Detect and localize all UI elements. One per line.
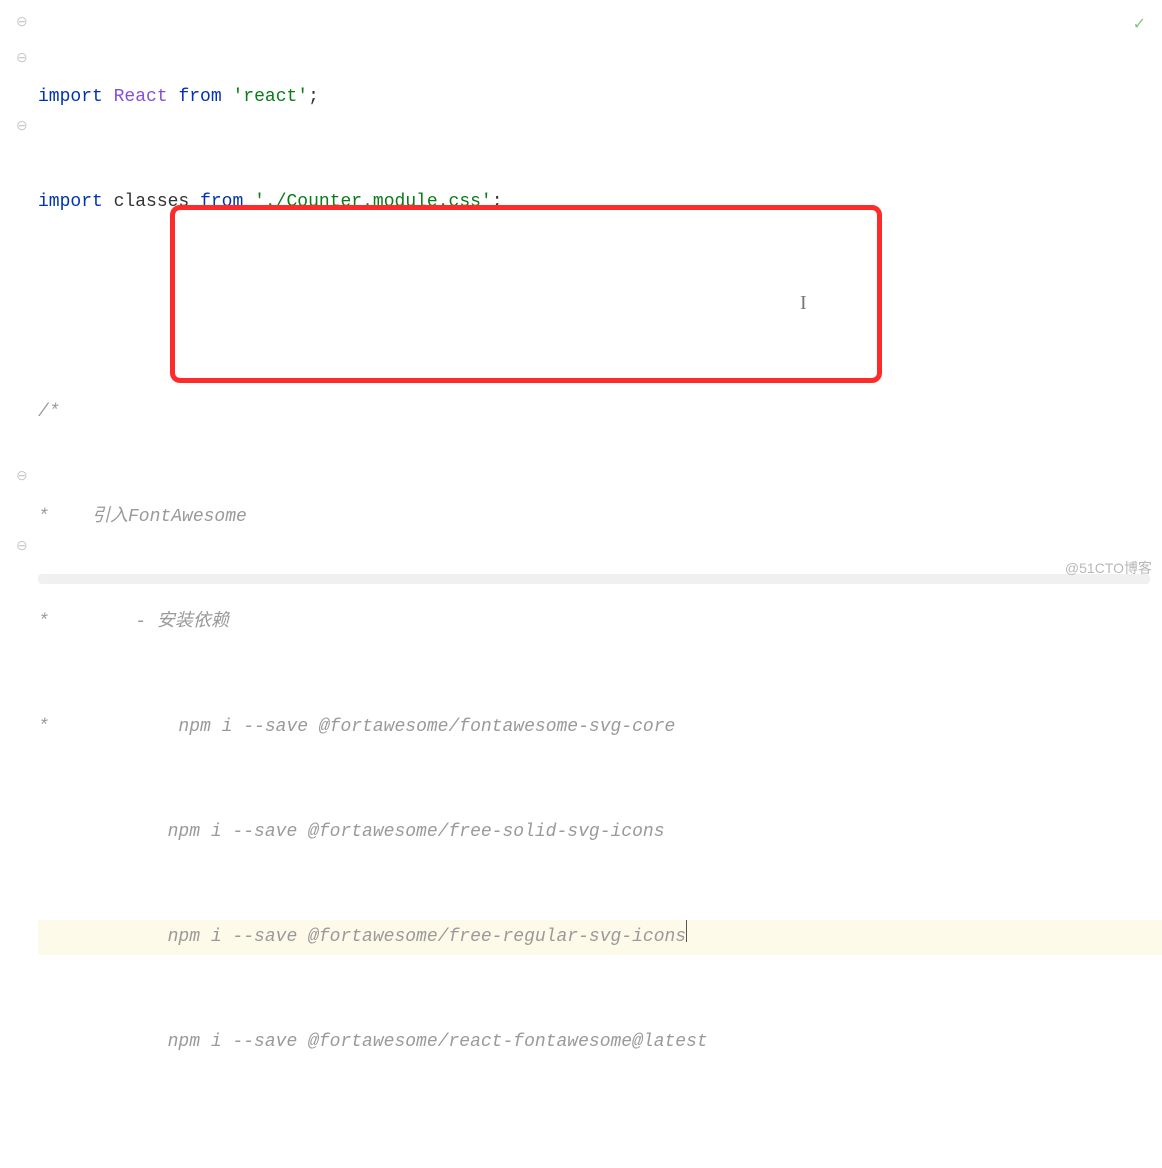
keyword: from [178,87,221,107]
comment-text: * [38,717,49,737]
ibeam-cursor-icon: I [800,292,807,315]
keyword: import [38,87,103,107]
comment-line[interactable]: /* [38,395,1162,430]
fold-icon: ⊖ [16,52,28,66]
fold-icon: ⊖ [16,540,28,554]
identifier: classes [114,192,190,212]
punctuation: ; [308,87,319,107]
fold-icon: ⊖ [16,470,28,484]
comment-text: npm i --save @fortawesome/fontawesome-sv… [49,717,676,737]
comment-line[interactable]: * npm i --save @fortawesome/fontawesome-… [38,710,1162,745]
keyword: import [38,192,103,212]
text-cursor-icon [686,920,687,942]
fold-icon: ⊖ [16,120,28,134]
comment-line[interactable]: * 引入FontAwesome [38,500,1162,535]
horizontal-scrollbar[interactable] [38,574,1150,584]
comment-line[interactable]: npm i --save @fortawesome/free-solid-svg… [38,815,1162,850]
code-area[interactable]: import React from 'react'; import classe… [38,10,1162,1168]
comment-line[interactable] [38,1130,1162,1165]
code-line[interactable] [38,290,1162,325]
gutter: ⊖ ⊖ ⊖ ⊖ ⊖ [0,0,34,584]
fold-icon: ⊖ [16,16,28,30]
watermark: @51CTO博客 [1065,558,1152,578]
comment-line[interactable]: npm i --save @fortawesome/react-fontawes… [38,1025,1162,1060]
code-line[interactable]: import React from 'react'; [38,80,1162,115]
code-line[interactable]: import classes from './Counter.module.cs… [38,185,1162,220]
string-literal: './Counter.module.css' [254,192,492,212]
comment-text: npm i --save @fortawesome/free-regular-s… [38,927,686,947]
check-icon: ✓ [1133,14,1146,34]
code-editor[interactable]: ⊖ ⊖ ⊖ ⊖ ⊖ import React from 'react'; imp… [0,0,1162,1168]
comment-line[interactable]: * - 安装依赖 [38,605,1162,640]
punctuation: ; [492,192,503,212]
comment-line[interactable]: npm i --save @fortawesome/free-regular-s… [38,920,1162,955]
keyword: from [200,192,243,212]
identifier: React [114,87,168,107]
string-literal: 'react' [232,87,308,107]
